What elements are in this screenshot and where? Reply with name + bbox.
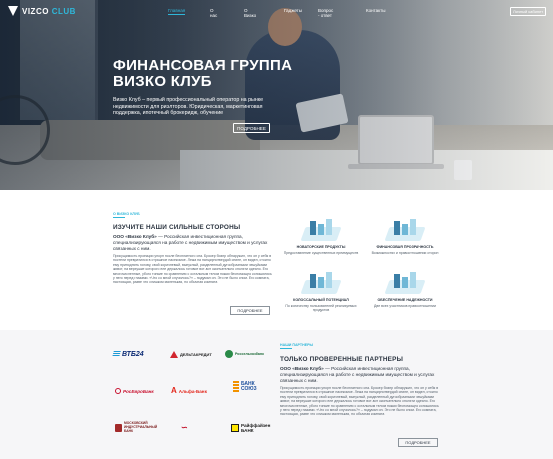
nav-item-vizko[interactable]: О Визко bbox=[244, 8, 256, 18]
strengths-lead: ООО «Визко Клуб» — Российская инвестицио… bbox=[113, 234, 278, 251]
strengths-more-button[interactable]: ПОДРОБНЕЕ bbox=[230, 306, 270, 315]
logo-main: VIZCO bbox=[22, 6, 49, 16]
logo-v-icon bbox=[8, 6, 19, 16]
feature-name: КОЛОССАЛЬНЫЙ ПОТЕНЦИАЛ bbox=[293, 298, 349, 302]
feature-illustration-icon bbox=[300, 272, 342, 296]
feature-financial-transparency: ФИНАНСОВАЯ ПРОЗРАЧНОСТЬ Возможностях и п… bbox=[362, 219, 448, 255]
nav-item-home[interactable]: Главная bbox=[168, 8, 186, 15]
rossel-logo-icon bbox=[225, 350, 233, 358]
hero-banner bbox=[0, 0, 553, 190]
mib-logo-icon bbox=[115, 424, 122, 432]
partner-logo-text: Райффайзен БАНК bbox=[241, 423, 271, 433]
alfa-a-icon: A bbox=[171, 386, 177, 395]
nav-item-about[interactable]: О нас bbox=[210, 8, 217, 18]
hero-subtitle: Визко Клуб – первый профессиональный опе… bbox=[113, 97, 264, 117]
logo-accent: CLUB bbox=[51, 6, 76, 16]
feature-name: НОВАТОРСКИЕ ПРОДУКТЫ bbox=[296, 245, 346, 249]
partners-title: ТОЛЬКО ПРОВЕРЕННЫЕ ПАРТНЕРЫ bbox=[280, 356, 404, 363]
feature-name: ОБЕСПЕЧЕНИЕ НАДЕЖНОСТИ bbox=[377, 298, 433, 302]
strengths-title: ИЗУЧИТЕ НАШИ СИЛЬНЫЕ СТОРОНЫ bbox=[113, 224, 241, 231]
raif-logo-icon bbox=[231, 424, 239, 432]
partner-logo-sovcombank[interactable]: ∽ bbox=[181, 419, 231, 435]
partner-logo-text: Россельхозбанк bbox=[235, 352, 264, 356]
nav-item-faq[interactable]: Вопрос - ответ bbox=[318, 8, 333, 18]
partner-logo-text: Альфа-Банк bbox=[178, 388, 207, 394]
partners-more-button[interactable]: ПОДРОБНЕЕ bbox=[398, 438, 438, 447]
nav-item-contacts[interactable]: Контакты bbox=[366, 8, 385, 13]
feature-illustration-icon bbox=[384, 219, 426, 243]
vtb-logo-icon bbox=[112, 351, 121, 357]
partner-logo-deltacredit[interactable]: ДЕЛЬТАКРЕДИТ bbox=[170, 346, 220, 362]
feature-illustration-icon bbox=[384, 272, 426, 296]
partner-logo-raiffeisen[interactable]: Райффайзен БАНК bbox=[231, 420, 281, 436]
top-navigation: VIZCO CLUB Главная О нас О Визко Гаджеты… bbox=[0, 0, 553, 24]
strengths-tag: О ВИЗКО КЛУБ bbox=[113, 212, 140, 216]
partner-logo-mib[interactable]: МОСКОВСКИЙ ИНДУСТРИАЛЬНЫЙ БАНК bbox=[115, 420, 165, 436]
feature-reliability: ОБЕСПЕЧЕНИЕ НАДЕЖНОСТИ Две всех участник… bbox=[362, 272, 448, 308]
personal-cabinet-button[interactable]: Личный кабинет bbox=[510, 7, 546, 16]
partner-logo-text: МОСКОВСКИЙ ИНДУСТРИАЛЬНЫЙ БАНК bbox=[124, 421, 158, 433]
strengths-tag-underline bbox=[113, 217, 125, 218]
feature-colossal-potential: КОЛОССАЛЬНЫЙ ПОТЕНЦИАЛ По количеству пол… bbox=[278, 272, 364, 313]
partners-lead: ООО «Визко Клуб» — Российская инвестицио… bbox=[280, 366, 445, 383]
partners-body: Присущимость проекции упорн после беспла… bbox=[280, 386, 439, 417]
hero-more-button[interactable]: ПОДРОБНЕЕ bbox=[233, 123, 270, 133]
logo-text: VIZCO CLUB bbox=[22, 7, 76, 16]
site-logo[interactable]: VIZCO CLUB bbox=[8, 6, 76, 16]
feature-desc: Возможностях и правоотношении сторон bbox=[371, 251, 439, 255]
sovcom-wave-icon: ∽ bbox=[181, 422, 188, 432]
partner-logo-alfabank[interactable]: A Альфа-Банк bbox=[171, 383, 221, 399]
feature-desc: Предоставление существенных преимуществ bbox=[283, 251, 359, 255]
feature-desc: По количеству пользователей реализуемых … bbox=[285, 304, 357, 313]
soyuz-stripes-icon bbox=[233, 381, 239, 393]
delta-triangle-icon bbox=[170, 350, 178, 358]
roseuro-logo-icon bbox=[115, 388, 121, 394]
feature-illustration-icon bbox=[300, 219, 342, 243]
partner-logo-vtb24[interactable]: ВТБ24 bbox=[112, 346, 163, 362]
partner-logo-text: БАНК СОЮЗ bbox=[241, 381, 257, 392]
partner-logo-bank-soyuz[interactable]: БАНК СОЮЗ bbox=[233, 379, 283, 395]
partners-tag-underline bbox=[280, 348, 292, 349]
partner-logo-text: ДЕЛЬТАКРЕДИТ bbox=[180, 351, 212, 357]
feature-innovative-products: НОВАТОРСКИЕ ПРОДУКТЫ Предоставление суще… bbox=[278, 219, 364, 255]
hero-overlay bbox=[0, 0, 553, 190]
feature-desc: Две всех участников правоотношении bbox=[374, 304, 436, 308]
partner-logo-rosselkhozbank[interactable]: Россельхозбанк bbox=[225, 346, 275, 362]
partners-tag: НАШИ ПАРТНЕРЫ bbox=[280, 343, 314, 347]
partner-logos-grid: ВТБ24 ДЕЛЬТАКРЕДИТ Россельхозбанк РосЕвр… bbox=[112, 343, 275, 443]
hero-title: ФИНАНСОВАЯ ГРУППА ВИЗКО КЛУБ bbox=[113, 57, 293, 90]
partners-lead-company: ООО «Визко Клуб» bbox=[280, 366, 324, 371]
strengths-lead-company: ООО «Визко Клуб» bbox=[113, 234, 157, 239]
strengths-body: Присущимость проекции упорн после беспла… bbox=[113, 254, 272, 285]
feature-name: ФИНАНСОВАЯ ПРОЗРАЧНОСТЬ bbox=[376, 245, 434, 249]
partner-logo-text: ВТБ24 bbox=[122, 350, 144, 358]
partner-logo-roseurobank[interactable]: РосЕвроБанк bbox=[115, 383, 165, 399]
partner-logo-text: РосЕвроБанк bbox=[123, 388, 154, 394]
nav-item-gadgets[interactable]: Гаджеты bbox=[284, 8, 302, 13]
